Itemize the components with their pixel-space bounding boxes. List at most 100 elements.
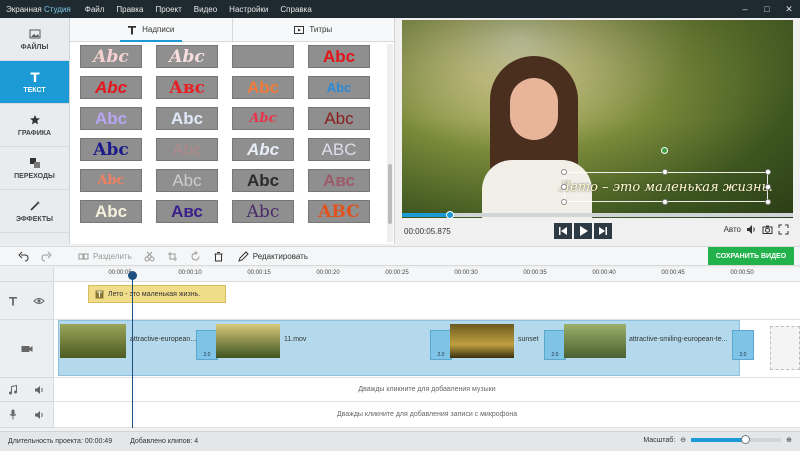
style-tile[interactable] xyxy=(232,45,294,68)
style-tile[interactable]: Abc xyxy=(80,138,142,161)
nav-transitions[interactable]: ПЕРЕХОДЫ xyxy=(0,147,69,190)
style-tile[interactable]: Abc xyxy=(80,169,142,192)
style-tile[interactable]: Abc xyxy=(232,138,294,161)
transition[interactable]: 2.0 xyxy=(732,330,754,360)
video-track[interactable]: attractive-european... 2.0 11.mov 2.0 su… xyxy=(54,320,800,378)
volume-icon[interactable] xyxy=(34,385,45,395)
mic-track[interactable]: Дважды кликните для добавления записи с … xyxy=(54,402,800,428)
style-tile[interactable]: Abc xyxy=(308,107,370,130)
menu-help[interactable]: Справка xyxy=(274,5,317,14)
timecode: 00:00:05.875 xyxy=(404,226,451,236)
menu-settings[interactable]: Настройки xyxy=(223,5,274,14)
next-button[interactable] xyxy=(594,223,612,239)
rotate-handle[interactable] xyxy=(661,147,668,154)
style-tile[interactable]: Abc xyxy=(308,45,370,68)
style-tile[interactable]: ABC xyxy=(308,200,370,223)
fullscreen-icon[interactable] xyxy=(778,224,789,235)
music-track[interactable]: Дважды кликните для добавления музыки xyxy=(54,378,800,402)
zoom-in-icon[interactable]: ⊕ xyxy=(786,436,792,444)
style-tile[interactable]: Авс xyxy=(308,169,370,192)
redo-button[interactable] xyxy=(41,251,56,262)
style-tile[interactable]: Abc xyxy=(232,200,294,223)
playhead-knob[interactable] xyxy=(128,271,137,280)
play-button[interactable] xyxy=(574,223,592,239)
style-tile[interactable]: Abc xyxy=(232,169,294,192)
style-tile[interactable]: Abc xyxy=(156,45,218,68)
style-tile[interactable]: Abc xyxy=(156,169,218,192)
maximize-icon[interactable]: □ xyxy=(756,0,778,18)
resize-handle[interactable] xyxy=(765,199,771,205)
style-tile[interactable]: Abc xyxy=(80,107,142,130)
text-clip[interactable]: Лето - это маленькая жизнь. xyxy=(88,285,226,303)
style-tile[interactable]: ABC xyxy=(308,138,370,161)
clip-thumbnail[interactable] xyxy=(216,324,280,358)
text-track[interactable]: Лето - это маленькая жизнь. xyxy=(54,282,800,320)
eye-icon[interactable] xyxy=(33,296,45,306)
style-tile[interactable]: Abc xyxy=(232,107,294,130)
rotate-button[interactable] xyxy=(190,250,205,262)
resize-handle[interactable] xyxy=(662,169,668,175)
transitions-icon xyxy=(29,157,40,168)
ruler-tick: 00:00:50 xyxy=(730,270,754,276)
resize-handle[interactable] xyxy=(662,199,668,205)
transition[interactable]: 2.0 xyxy=(196,330,218,360)
delete-button[interactable] xyxy=(213,251,228,262)
menu-video[interactable]: Видео xyxy=(188,5,223,14)
edit-button[interactable]: Редактировать xyxy=(237,250,308,262)
add-clip-slot[interactable] xyxy=(770,326,800,370)
zoom-slider[interactable] xyxy=(691,435,782,444)
resize-handle[interactable] xyxy=(561,184,567,190)
style-tile[interactable]: Abc xyxy=(308,76,370,99)
nav-effects[interactable]: ЭФФЕКТЫ xyxy=(0,190,69,233)
style-tile[interactable]: Abc xyxy=(232,76,294,99)
close-icon[interactable]: ✕ xyxy=(778,0,800,18)
style-tile[interactable]: Авс xyxy=(156,200,218,223)
tab-captions[interactable]: Надписи xyxy=(70,18,232,42)
video-preview[interactable]: Лето – это маленькая жизнь. xyxy=(402,20,793,218)
playhead[interactable] xyxy=(132,272,133,428)
style-tile[interactable]: Abc xyxy=(80,200,142,223)
undo-button[interactable] xyxy=(18,251,33,262)
resize-handle[interactable] xyxy=(765,184,771,190)
resize-handle[interactable] xyxy=(561,199,567,205)
progress-knob[interactable] xyxy=(446,211,454,219)
cut-button[interactable] xyxy=(144,251,159,262)
preview-progress[interactable] xyxy=(402,211,793,219)
style-tile[interactable]: Abc xyxy=(80,76,142,99)
left-nav: ФАЙЛЫ ТЕКСТ ГРАФИКА ПЕРЕХОДЫ ЭФФЕКТЫ xyxy=(0,18,70,244)
timeline-ruler[interactable]: 00:00:05 00:00:10 00:00:15 00:00:20 00:0… xyxy=(54,268,800,282)
save-video-button[interactable]: СОХРАНИТЬ ВИДЕО xyxy=(708,247,794,265)
style-tile[interactable]: Abc xyxy=(156,107,218,130)
tab-titles[interactable]: Титры xyxy=(231,18,395,41)
clip-thumbnail[interactable] xyxy=(60,324,126,358)
zoom-out-icon[interactable]: ⊖ xyxy=(680,436,686,444)
nav-graphics-label: ГРАФИКА xyxy=(17,129,52,137)
caption-box[interactable]: Лето – это маленькая жизнь. xyxy=(559,172,773,202)
nav-text[interactable]: ТЕКСТ xyxy=(0,61,69,104)
volume-icon[interactable] xyxy=(34,410,45,420)
zoom-knob[interactable] xyxy=(741,435,751,444)
clip-thumbnail[interactable] xyxy=(564,324,626,358)
menu-edit[interactable]: Правка xyxy=(110,5,149,14)
resize-handle[interactable] xyxy=(765,169,771,175)
minimize-icon[interactable]: – xyxy=(734,0,756,18)
transition[interactable]: 2.0 xyxy=(430,330,452,360)
menu-file[interactable]: Файл xyxy=(79,5,111,14)
volume-icon[interactable] xyxy=(746,224,757,235)
prev-button[interactable] xyxy=(554,223,572,239)
split-button[interactable]: Разделить xyxy=(78,251,132,262)
style-tile[interactable]: Abc xyxy=(156,138,218,161)
style-tile[interactable]: Авс xyxy=(156,76,218,99)
menu-project[interactable]: Проект xyxy=(149,5,187,14)
nav-graphics[interactable]: ГРАФИКА xyxy=(0,104,69,147)
panel-scrollbar[interactable] xyxy=(387,44,393,242)
nav-files[interactable]: ФАЙЛЫ xyxy=(0,18,69,61)
resize-handle[interactable] xyxy=(561,169,567,175)
clip-thumbnail[interactable] xyxy=(450,324,514,358)
auto-quality[interactable]: Авто xyxy=(724,225,741,234)
camera-icon[interactable] xyxy=(762,224,773,235)
style-tile[interactable]: Abc xyxy=(80,45,142,68)
crop-button[interactable] xyxy=(167,251,182,262)
transition[interactable]: 2.0 xyxy=(544,330,566,360)
scrollbar-thumb[interactable] xyxy=(388,164,392,224)
